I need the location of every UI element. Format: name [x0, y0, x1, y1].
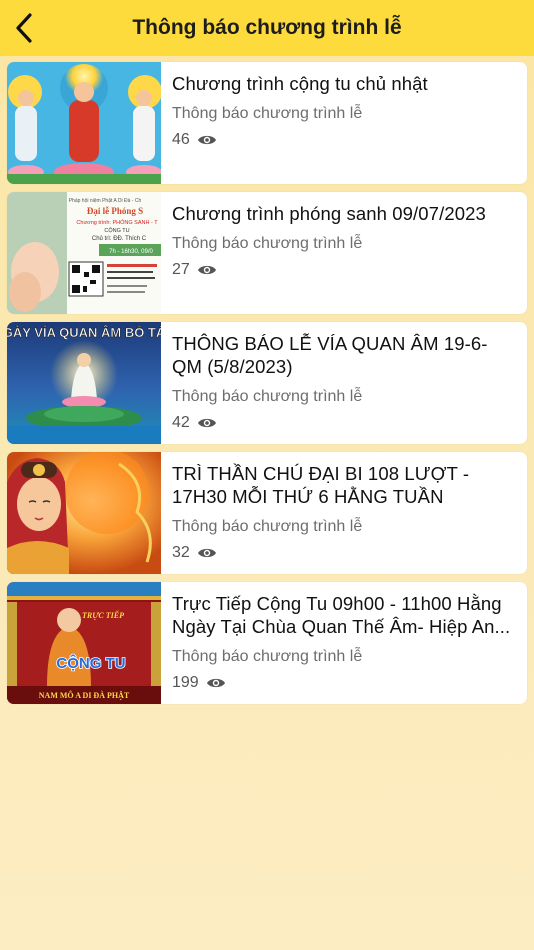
- item-title: Trực Tiếp Cộng Tu 09h00 - 11h00 Hằng Ngà…: [172, 593, 511, 637]
- item-title: Chương trình phóng sanh 09/07/2023: [172, 203, 486, 224]
- view-count-value: 199: [172, 674, 199, 691]
- view-count-value: 32: [172, 544, 190, 561]
- view-count: 32: [172, 544, 517, 562]
- view-count: 199: [172, 674, 517, 692]
- announcement-list: Chương trình cộng tu chủ nhật Thông báo …: [7, 62, 527, 712]
- item-title: TRÌ THẦN CHÚ ĐẠI BI 108 LƯỢT - 17H30 MỖI…: [172, 463, 470, 507]
- eye-icon: [197, 263, 217, 277]
- thumb-footer-text: NAM MÔ A DI ĐÀ PHẬT: [39, 690, 130, 700]
- item-category: Thông báo chương trình lễ: [172, 518, 363, 535]
- view-count-value: 46: [172, 131, 190, 148]
- back-button[interactable]: [6, 10, 42, 46]
- item-info: Chương trình phóng sanh 09/07/2023 Thông…: [161, 192, 527, 314]
- eye-icon: [206, 676, 226, 690]
- list-item[interactable]: Pháp hội niệm Phật A Di Đà - Ch Đại lễ P…: [7, 192, 527, 314]
- list-item[interactable]: Chương trình cộng tu chủ nhật Thông báo …: [7, 62, 527, 184]
- eye-icon: [197, 416, 217, 430]
- thumbnail-image: Pháp hội niệm Phật A Di Đà - Ch Đại lễ P…: [7, 192, 161, 314]
- item-category: Thông báo chương trình lễ: [172, 235, 363, 252]
- item-category: Thông báo chương trình lễ: [172, 388, 363, 405]
- thumbnail-image: [7, 62, 161, 184]
- page-title: Thông báo chương trình lễ: [132, 16, 402, 39]
- view-count-value: 27: [172, 261, 190, 278]
- list-item[interactable]: TRÌ THẦN CHÚ ĐẠI BI 108 LƯỢT - 17H30 MỖI…: [7, 452, 527, 574]
- item-info: Chương trình cộng tu chủ nhật Thông báo …: [161, 62, 527, 184]
- item-info: TRÌ THẦN CHÚ ĐẠI BI 108 LƯỢT - 17H30 MỖI…: [161, 452, 527, 574]
- thumbnail-image: TRỰC TIẾP CỘNG TU NAM MÔ A DI ĐÀ PHẬT: [7, 582, 161, 704]
- thumb-live-text: TRỰC TIẾP: [82, 610, 124, 620]
- view-count: 42: [172, 414, 517, 432]
- thumb-event-title: Đại lễ Phóng S: [87, 206, 143, 216]
- thumb-program-text: Chương trình: PHÓNG SANH - T: [76, 219, 158, 226]
- view-count: 46: [172, 131, 517, 149]
- app-header: Thông báo chương trình lễ: [0, 0, 534, 56]
- list-item[interactable]: TRỰC TIẾP CỘNG TU NAM MÔ A DI ĐÀ PHẬT Tr…: [7, 582, 527, 704]
- item-category: Thông báo chương trình lễ: [172, 648, 363, 665]
- thumb-congtu-text: CỘNG TU: [104, 227, 129, 234]
- thumb-banner-text: GÀY VÍA QUAN ÂM BỒ TÁ: [7, 325, 161, 340]
- view-count: 27: [172, 261, 517, 279]
- item-info: THÔNG BÁO LỄ VÍA QUAN ÂM 19-6-QM (5/8/20…: [161, 322, 527, 444]
- chevron-left-icon: [16, 13, 32, 43]
- eye-icon: [197, 133, 217, 147]
- item-category: Thông báo chương trình lễ: [172, 105, 363, 122]
- view-count-value: 42: [172, 414, 190, 431]
- eye-icon: [197, 546, 217, 560]
- thumb-time-text: 7h - 16h30, 09/0: [109, 249, 153, 255]
- item-info: Trực Tiếp Cộng Tu 09h00 - 11h00 Hằng Ngà…: [161, 582, 527, 704]
- thumb-header-text: Pháp hội niệm Phật A Di Đà - Ch: [69, 198, 142, 204]
- item-title: THÔNG BÁO LỄ VÍA QUAN ÂM 19-6-QM (5/8/20…: [172, 333, 488, 377]
- thumb-congtu-text: CỘNG TU: [56, 654, 125, 672]
- item-title: Chương trình cộng tu chủ nhật: [172, 73, 428, 94]
- thumb-host-text: Chủ trì: ĐĐ. Thích C: [92, 235, 147, 242]
- list-item[interactable]: GÀY VÍA QUAN ÂM BỒ TÁ THÔNG BÁO LỄ VÍA Q…: [7, 322, 527, 444]
- thumbnail-image: GÀY VÍA QUAN ÂM BỒ TÁ: [7, 322, 161, 444]
- thumbnail-image: [7, 452, 161, 574]
